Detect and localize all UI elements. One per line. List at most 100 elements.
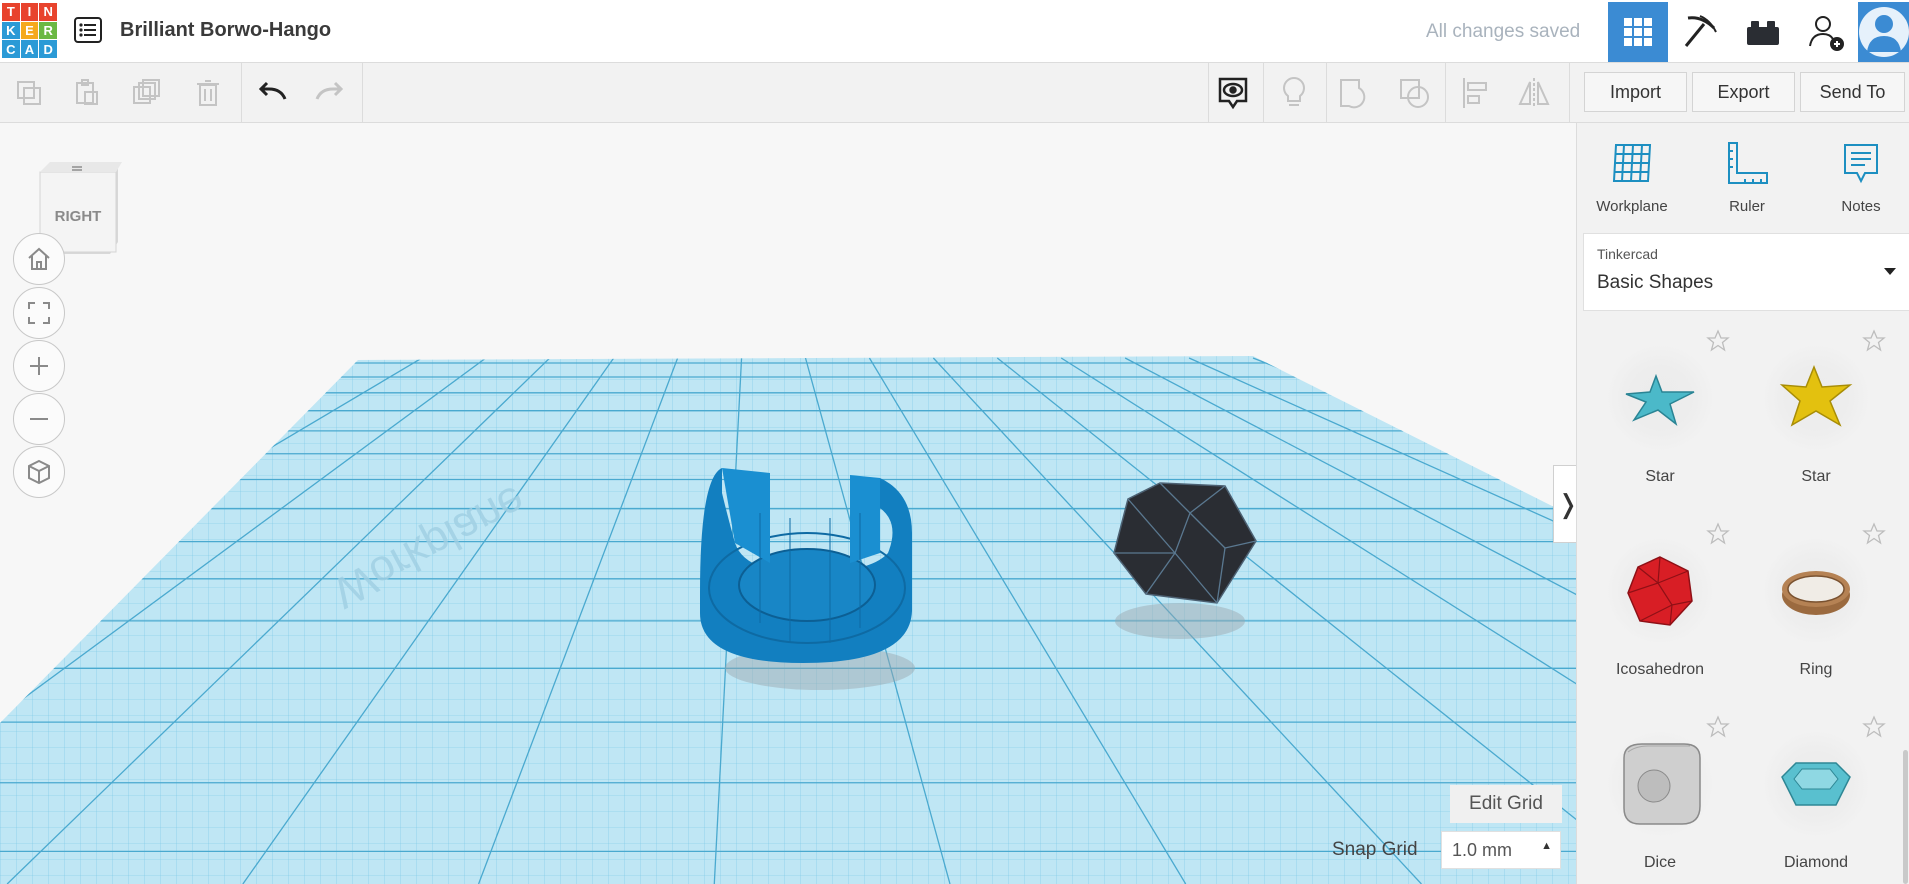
- shape-item-star-yellow[interactable]: Star: [1741, 323, 1891, 508]
- dice-thumbnail: [1605, 729, 1715, 839]
- favorite-star-icon[interactable]: [1862, 329, 1886, 353]
- shape-label: Star: [1801, 468, 1831, 485]
- notes-icon: [1844, 144, 1878, 184]
- edit-grid-button[interactable]: Edit Grid: [1450, 785, 1562, 823]
- tinkercad-logo[interactable]: T I N K E R C A D: [2, 3, 57, 58]
- shapes-panel: Workplane Ruler Notes Tinkercad Basic Sh…: [1576, 123, 1909, 884]
- logo-letter: T: [2, 3, 20, 21]
- fit-view-button[interactable]: [13, 287, 65, 339]
- plus-icon: [30, 357, 48, 375]
- workplane-icon: [1612, 144, 1652, 182]
- toolbar-divider: [241, 63, 242, 123]
- shape-label: Dice: [1643, 854, 1676, 871]
- home-icon: [28, 247, 50, 270]
- workplane-grid[interactable]: Workplane: [0, 123, 1576, 884]
- chevron-up-down-icon: ▲: [1541, 840, 1552, 852]
- ring-thumbnail: [1761, 536, 1871, 646]
- align-icon[interactable]: [1457, 75, 1493, 111]
- grid-view-icon[interactable]: [1608, 2, 1668, 62]
- shape-library-select[interactable]: Tinkercad Basic Shapes: [1583, 233, 1909, 311]
- show-all-icon[interactable]: [1215, 75, 1251, 111]
- export-button[interactable]: Export: [1692, 72, 1795, 112]
- shape-item-dice[interactable]: Dice: [1585, 709, 1735, 884]
- ruler-tool[interactable]: Ruler: [1697, 141, 1797, 215]
- design-list-icon[interactable]: [74, 17, 102, 43]
- panel-scrollbar[interactable]: [1903, 750, 1908, 884]
- delete-icon[interactable]: [190, 75, 226, 111]
- ruler-icon: [1728, 142, 1768, 184]
- zoom-in-button[interactable]: [13, 340, 65, 392]
- shape-label: Icosahedron: [1615, 661, 1705, 678]
- ruler-tool-label: Ruler: [1729, 198, 1765, 215]
- polyhedron-shape[interactable]: [1113, 482, 1257, 639]
- perspective-button[interactable]: [13, 446, 65, 498]
- shape-item-diamond[interactable]: Diamond: [1741, 709, 1891, 884]
- favorite-star-icon[interactable]: [1862, 715, 1886, 739]
- shape-label: Diamond: [1783, 854, 1849, 871]
- send-to-button[interactable]: Send To: [1800, 72, 1905, 112]
- shape-item-icosahedron[interactable]: Icosahedron: [1585, 516, 1735, 701]
- star-thumbnail: [1761, 343, 1871, 453]
- profile-avatar-icon[interactable]: [1858, 2, 1909, 62]
- shape-label: Ring: [1799, 661, 1833, 678]
- logo-letter: C: [2, 40, 20, 58]
- shape-grid: Star Star Icosahedron Ring Dice Diamond: [1577, 323, 1909, 884]
- notes-tool[interactable]: Notes: [1811, 141, 1909, 215]
- top-bar: T I N K E R C A D Brilliant Borwo-Hango …: [0, 0, 1909, 63]
- copy-icon[interactable]: [11, 75, 47, 111]
- logo-letter: D: [39, 40, 57, 58]
- toolbar-divider: [1263, 63, 1264, 123]
- redo-icon[interactable]: [312, 75, 348, 111]
- group-icon[interactable]: [1336, 75, 1372, 111]
- bricks-icon[interactable]: [1733, 2, 1793, 62]
- icosahedron-thumbnail: [1605, 536, 1715, 646]
- workplane-tool-label: Workplane: [1596, 198, 1668, 215]
- add-user-icon[interactable]: [1796, 2, 1856, 62]
- notes-tool-label: Notes: [1841, 198, 1881, 215]
- toolbar-divider: [1208, 63, 1209, 123]
- workplane-tool[interactable]: Workplane: [1582, 141, 1682, 215]
- snap-grid-label: Snap Grid: [1332, 839, 1418, 860]
- shape-item-star-blue[interactable]: Star: [1585, 323, 1735, 508]
- library-name: Basic Shapes: [1597, 272, 1714, 293]
- ungroup-icon[interactable]: [1396, 75, 1432, 111]
- logo-letter: A: [20, 40, 39, 58]
- shape-item-ring[interactable]: Ring: [1741, 516, 1891, 701]
- snap-grid-select[interactable]: 1.0 mm ▲: [1441, 831, 1561, 869]
- diamond-thumbnail: [1761, 729, 1871, 839]
- edit-toolbar: Import Export Send To: [0, 63, 1909, 123]
- logo-letter: K: [2, 21, 20, 40]
- paste-icon[interactable]: [69, 75, 105, 111]
- logo-letter: I: [20, 3, 39, 21]
- undo-icon[interactable]: [254, 75, 290, 111]
- star-thumbnail: [1605, 343, 1715, 453]
- duplicate-icon[interactable]: [128, 75, 164, 111]
- view-cube-face-label: RIGHT: [55, 208, 102, 225]
- toolbar-divider: [1445, 63, 1446, 123]
- logo-letter: N: [39, 3, 57, 21]
- pickaxe-icon[interactable]: [1670, 2, 1730, 62]
- favorite-star-icon[interactable]: [1862, 522, 1886, 546]
- caret-down-icon: [1884, 268, 1896, 275]
- logo-letter: R: [39, 21, 57, 40]
- lightbulb-icon[interactable]: [1276, 75, 1312, 111]
- shape-label: Star: [1645, 468, 1675, 485]
- import-button[interactable]: Import: [1584, 72, 1687, 112]
- mirror-icon[interactable]: [1516, 75, 1552, 111]
- favorite-star-icon[interactable]: [1706, 522, 1730, 546]
- logo-letter: E: [20, 21, 39, 40]
- fit-view-icon: [28, 302, 50, 324]
- home-view-button[interactable]: [13, 233, 65, 285]
- favorite-star-icon[interactable]: [1706, 715, 1730, 739]
- save-status: All changes saved: [1426, 21, 1581, 42]
- toolbar-divider: [362, 63, 363, 123]
- snap-grid-value: 1.0 mm: [1452, 840, 1513, 860]
- toolbar-divider: [1326, 63, 1327, 123]
- minus-icon: [30, 418, 48, 420]
- favorite-star-icon[interactable]: [1706, 329, 1730, 353]
- toolbar-divider: [1569, 63, 1570, 123]
- 3d-viewport[interactable]: Workplane RIGHT Edit Grid Snap Grid 1.0 …: [0, 123, 1576, 884]
- design-title[interactable]: Brilliant Borwo-Hango: [120, 19, 331, 42]
- zoom-out-button[interactable]: [13, 393, 65, 445]
- perspective-cube-icon: [28, 459, 50, 485]
